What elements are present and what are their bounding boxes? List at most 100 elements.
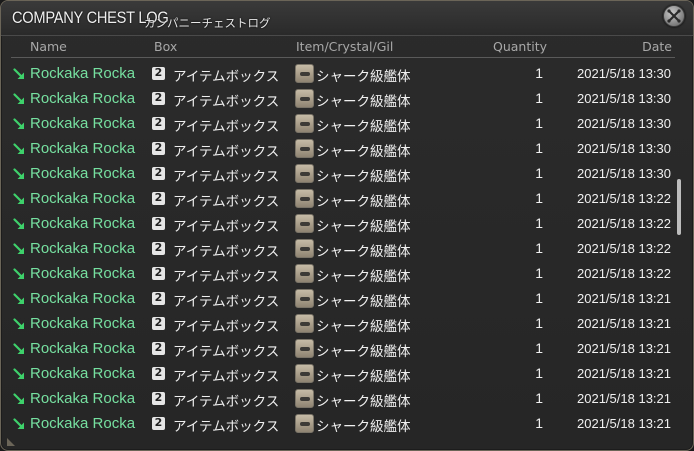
box-icon-glyph: 2 bbox=[154, 141, 163, 154]
box-2-icon: 2 bbox=[152, 266, 165, 280]
box-2-icon: 2 bbox=[152, 166, 165, 180]
box-name: アイテムボックス bbox=[173, 244, 280, 260]
submarine-item-icon[interactable] bbox=[295, 164, 314, 183]
box-icon-glyph: 2 bbox=[154, 91, 163, 104]
submarine-item-icon[interactable] bbox=[295, 239, 314, 258]
item-name: シャーク級艦体 bbox=[316, 119, 411, 135]
member-name: Rockaka Rocka bbox=[30, 290, 136, 307]
log-row[interactable]: Rockaka Rocka 2 アイテムボックス シャーク級艦体 1 2021/5/18 … bbox=[11, 386, 671, 411]
box-name: アイテムボックス bbox=[173, 194, 280, 210]
quantity: 1 bbox=[535, 190, 543, 206]
close-button[interactable] bbox=[663, 5, 685, 27]
column-header-box[interactable]: Box bbox=[154, 39, 177, 54]
item-name: シャーク級艦体 bbox=[316, 419, 411, 435]
submarine-item-icon[interactable] bbox=[295, 314, 314, 333]
deposit-arrow-icon bbox=[13, 118, 24, 129]
box-name: アイテムボックス bbox=[173, 144, 280, 160]
item-name: シャーク級艦体 bbox=[316, 69, 411, 85]
submarine-item-icon[interactable] bbox=[295, 264, 314, 283]
quantity: 1 bbox=[535, 415, 543, 431]
timestamp: 2021/5/18 13:30 bbox=[577, 91, 671, 106]
deposit-arrow-icon bbox=[13, 293, 24, 304]
scrollbar-thumb[interactable] bbox=[677, 179, 681, 235]
resize-grip-icon[interactable] bbox=[7, 438, 15, 446]
item-name: シャーク級艦体 bbox=[316, 94, 411, 110]
column-header-row: Name Box Item/Crystal/Gil Quantity Date bbox=[11, 35, 675, 57]
log-row[interactable]: Rockaka Rocka 2 アイテムボックス シャーク級艦体 1 2021/5/18 … bbox=[11, 111, 671, 136]
box-name: アイテムボックス bbox=[173, 369, 280, 385]
item-name: シャーク級艦体 bbox=[316, 394, 411, 410]
box-2-icon: 2 bbox=[152, 366, 165, 380]
log-row[interactable]: Rockaka Rocka 2 アイテムボックス シャーク級艦体 1 2021/5/18 … bbox=[11, 211, 671, 236]
log-row[interactable]: Rockaka Rocka 2 アイテムボックス シャーク級艦体 1 2021/5/18 … bbox=[11, 86, 671, 111]
log-row[interactable]: Rockaka Rocka 2 アイテムボックス シャーク級艦体 1 2021/5/18 … bbox=[11, 161, 671, 186]
member-name: Rockaka Rocka bbox=[30, 340, 136, 357]
header-divider bbox=[11, 57, 675, 58]
box-name: アイテムボックス bbox=[173, 394, 280, 410]
timestamp: 2021/5/18 13:21 bbox=[577, 416, 671, 431]
item-name: シャーク級艦体 bbox=[316, 269, 411, 285]
box-icon-glyph: 2 bbox=[154, 366, 163, 379]
log-row[interactable]: Rockaka Rocka 2 アイテムボックス シャーク級艦体 1 2021/5/18 … bbox=[11, 261, 671, 286]
timestamp: 2021/5/18 13:30 bbox=[577, 116, 671, 131]
submarine-item-icon[interactable] bbox=[295, 364, 314, 383]
item-name: シャーク級艦体 bbox=[316, 294, 411, 310]
quantity: 1 bbox=[535, 115, 543, 131]
submarine-item-icon[interactable] bbox=[295, 414, 314, 433]
member-name: Rockaka Rocka bbox=[30, 265, 136, 282]
log-row[interactable]: Rockaka Rocka 2 アイテムボックス シャーク級艦体 1 2021/5/18 … bbox=[11, 311, 671, 336]
quantity: 1 bbox=[535, 390, 543, 406]
timestamp: 2021/5/18 13:22 bbox=[577, 241, 671, 256]
submarine-item-icon[interactable] bbox=[295, 139, 314, 158]
column-header-quantity[interactable]: Quantity bbox=[493, 39, 547, 54]
member-name: Rockaka Rocka bbox=[30, 315, 136, 332]
timestamp: 2021/5/18 13:30 bbox=[577, 166, 671, 181]
member-name: Rockaka Rocka bbox=[30, 415, 136, 432]
box-2-icon: 2 bbox=[152, 141, 165, 155]
timestamp: 2021/5/18 13:21 bbox=[577, 366, 671, 381]
timestamp: 2021/5/18 13:21 bbox=[577, 291, 671, 306]
log-row[interactable]: Rockaka Rocka 2 アイテムボックス シャーク級艦体 1 2021/5/18 … bbox=[11, 411, 671, 436]
box-2-icon: 2 bbox=[152, 416, 165, 430]
submarine-item-icon[interactable] bbox=[295, 64, 314, 83]
quantity: 1 bbox=[535, 290, 543, 306]
timestamp: 2021/5/18 13:22 bbox=[577, 191, 671, 206]
quantity: 1 bbox=[535, 315, 543, 331]
box-name: アイテムボックス bbox=[173, 344, 280, 360]
submarine-item-icon[interactable] bbox=[295, 189, 314, 208]
column-header-name[interactable]: Name bbox=[30, 39, 67, 54]
box-2-icon: 2 bbox=[152, 191, 165, 205]
item-name: シャーク級艦体 bbox=[316, 344, 411, 360]
item-name: シャーク級艦体 bbox=[316, 369, 411, 385]
box-2-icon: 2 bbox=[152, 91, 165, 105]
log-row[interactable]: Rockaka Rocka 2 アイテムボックス シャーク級艦体 1 2021/5/18 … bbox=[11, 236, 671, 261]
deposit-arrow-icon bbox=[13, 68, 24, 79]
column-header-date[interactable]: Date bbox=[642, 39, 672, 54]
box-name: アイテムボックス bbox=[173, 294, 280, 310]
deposit-arrow-icon bbox=[13, 418, 24, 429]
title-bar[interactable]: COMPANY CHEST LOG カンパニーチェストログ bbox=[1, 1, 693, 36]
box-icon-glyph: 2 bbox=[154, 191, 163, 204]
box-2-icon: 2 bbox=[152, 66, 165, 80]
member-name: Rockaka Rocka bbox=[30, 390, 136, 407]
item-name: シャーク級艦体 bbox=[316, 169, 411, 185]
submarine-item-icon[interactable] bbox=[295, 289, 314, 308]
log-row[interactable]: Rockaka Rocka 2 アイテムボックス シャーク級艦体 1 2021/5/18 … bbox=[11, 336, 671, 361]
log-row[interactable]: Rockaka Rocka 2 アイテムボックス シャーク級艦体 1 2021/5/18 … bbox=[11, 136, 671, 161]
member-name: Rockaka Rocka bbox=[30, 240, 136, 257]
log-row[interactable]: Rockaka Rocka 2 アイテムボックス シャーク級艦体 1 2021/5/18 … bbox=[11, 361, 671, 386]
log-row[interactable]: Rockaka Rocka 2 アイテムボックス シャーク級艦体 1 2021/5/18 … bbox=[11, 61, 671, 86]
submarine-item-icon[interactable] bbox=[295, 214, 314, 233]
window-subtitle: カンパニーチェストログ bbox=[144, 16, 271, 30]
submarine-item-icon[interactable] bbox=[295, 339, 314, 358]
member-name: Rockaka Rocka bbox=[30, 90, 136, 107]
deposit-arrow-icon bbox=[13, 243, 24, 254]
submarine-item-icon[interactable] bbox=[295, 389, 314, 408]
company-chest-log-window: COMPANY CHEST LOG カンパニーチェストログ Name Box I… bbox=[0, 0, 694, 451]
column-header-item[interactable]: Item/Crystal/Gil bbox=[296, 39, 393, 54]
log-row[interactable]: Rockaka Rocka 2 アイテムボックス シャーク級艦体 1 2021/5/18 … bbox=[11, 286, 671, 311]
log-row[interactable]: Rockaka Rocka 2 アイテムボックス シャーク級艦体 1 2021/5/18 … bbox=[11, 186, 671, 211]
submarine-item-icon[interactable] bbox=[295, 89, 314, 108]
box-icon-glyph: 2 bbox=[154, 166, 163, 179]
submarine-item-icon[interactable] bbox=[295, 114, 314, 133]
